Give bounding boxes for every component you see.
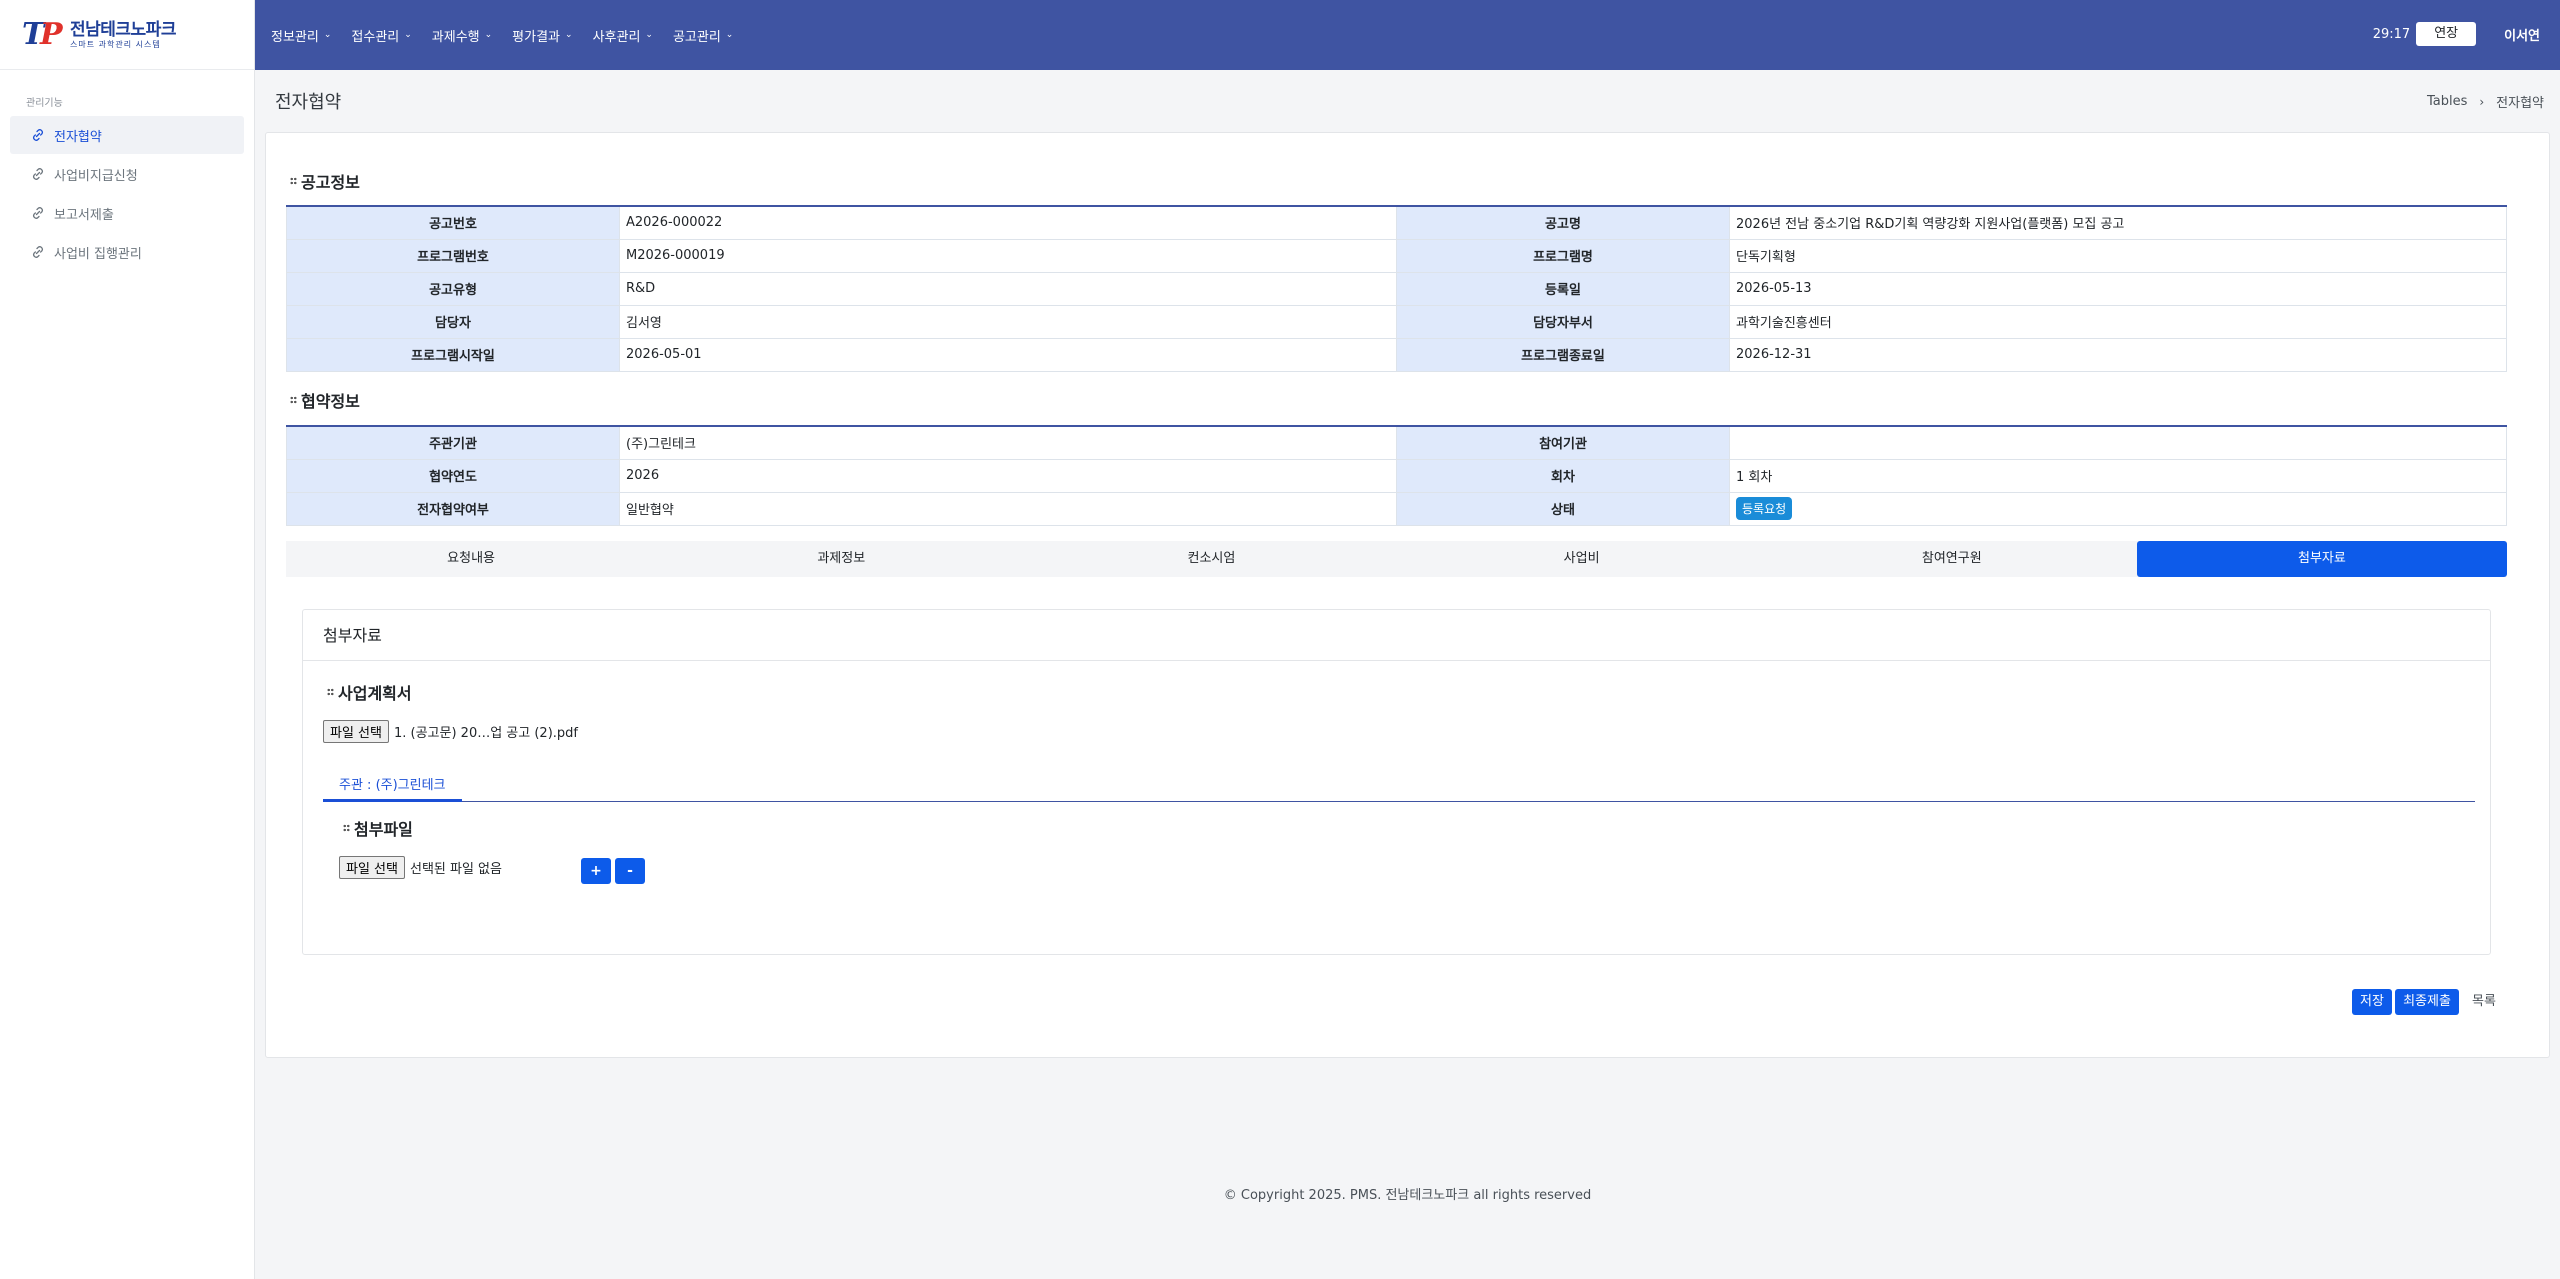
sidebar-item-label: 전자협약 [54, 129, 102, 145]
table-row: 주관기관 (주)그린테크 참여기관 [286, 425, 2507, 460]
topnav-info-management[interactable]: 정보관리 ⌄ [271, 26, 331, 45]
grip-icon [343, 824, 350, 832]
chevron-down-icon: ⌄ [404, 30, 412, 40]
remove-file-button[interactable]: - [615, 858, 645, 884]
extend-session-button[interactable]: 연장 [2416, 22, 2477, 46]
sidebar-item-label: 보고서제출 [54, 207, 114, 223]
agreement-info-heading: 협약정보 [290, 388, 360, 412]
session-timer: 29:17 [2372, 26, 2411, 42]
topnav-reception-management[interactable]: 접수관리 ⌄ [351, 26, 411, 45]
breadcrumb-current: 전자협약 [2496, 96, 2544, 111]
page-header: 전자협약 Tables › 전자협약 [255, 70, 2560, 132]
chevron-right-icon: › [2479, 94, 2485, 109]
tab-attachments[interactable]: 첨부자료 [2136, 541, 2508, 577]
table-row: 전자협약여부 일반협약 상태 등록요청 [286, 491, 2507, 526]
logo-title: 전남테크노파크 [70, 19, 176, 40]
business-plan-file-input: 파일 선택 1. (공고문) 20…업 공고 (2).pdf [323, 720, 578, 743]
notice-info-table: 공고번호 A2026-000022 공고명 2026년 전남 중소기업 R&D기획 … [286, 205, 2507, 372]
status-badge: 등록요청 [1736, 497, 1793, 520]
chevron-down-icon: ⌄ [484, 30, 493, 40]
topnav-evaluation-result[interactable]: 평가결과 ⌄ [512, 26, 572, 45]
attached-files-heading: 첨부파일 [343, 816, 413, 840]
attachments-title: 첨부자료 [303, 610, 2490, 661]
table-row: 공고유형 R&D 등록일 2026-05-13 [286, 271, 2507, 306]
sidebar-item-e-agreement[interactable]: 전자협약 [10, 116, 244, 154]
notice-info-heading: 공고정보 [290, 169, 360, 193]
tab-budget[interactable]: 사업비 [1397, 541, 1767, 577]
list-button[interactable]: 목록 [2464, 989, 2504, 1015]
add-file-button[interactable]: + [581, 858, 611, 884]
chevron-down-icon: ⌄ [725, 30, 734, 40]
breadcrumb: Tables › 전자협약 [2427, 92, 2544, 111]
link-icon [30, 205, 46, 221]
table-row: 협약연도 2026 회차 1 회차 [286, 458, 2507, 493]
tab-lead-org[interactable]: 주관 : (주)그린테크 [323, 772, 462, 802]
table-row: 담당자 김서영 담당자부서 과학기술진흥센터 [286, 304, 2507, 339]
final-submit-button[interactable]: 최종제출 [2395, 989, 2459, 1015]
tab-project-info[interactable]: 과제정보 [656, 541, 1026, 577]
table-row: 공고번호 A2026-000022 공고명 2026년 전남 중소기업 R&D기획 … [286, 205, 2507, 240]
selected-file-name: 선택된 파일 없음 [409, 862, 502, 877]
top-menu: 정보관리 ⌄ 접수관리 ⌄ 과제수행 ⌄ 평가결과 ⌄ 사후관리 ⌄ 공고관리 ⌄ [255, 26, 753, 45]
sidebar: TP 전남테크노파크 스마트 과학관리 시스템 관리기능 전자협약 사업비지급신… [0, 0, 255, 1279]
tab-consortium[interactable]: 컨소시엄 [1026, 541, 1396, 577]
choose-file-button[interactable]: 파일 선택 [323, 720, 389, 743]
save-button[interactable]: 저장 [2352, 989, 2392, 1015]
grip-icon [290, 396, 297, 404]
logo-subtitle: 스마트 과학관리 시스템 [70, 39, 161, 49]
breadcrumb-item[interactable]: Tables [2427, 94, 2467, 109]
top-navbar: 정보관리 ⌄ 접수관리 ⌄ 과제수행 ⌄ 평가결과 ⌄ 사후관리 ⌄ 공고관리 ⌄ 29:1… [255, 0, 2560, 70]
sidebar-item-report-submit[interactable]: 보고서제출 [10, 194, 244, 232]
tab-researchers[interactable]: 참여연구원 [1767, 541, 2137, 577]
tab-request-content[interactable]: 요청내용 [286, 541, 656, 577]
chevron-down-icon: ⌄ [645, 30, 653, 40]
grip-icon [327, 688, 334, 696]
topnav-follow-up[interactable]: 사후관리 ⌄ [593, 26, 653, 45]
main-card: 공고정보 공고번호 A2026-000022 공고명 2026년 전남 중소기업 R… [265, 132, 2550, 1058]
org-tab-bar: 주관 : (주)그린테크 [323, 772, 2475, 802]
username[interactable]: 이서연 [2504, 25, 2540, 44]
link-icon [30, 127, 46, 143]
chevron-down-icon: ⌄ [565, 30, 573, 40]
footer-copyright: © Copyright 2025. PMS. 전남테크노파크 all right… [1223, 1188, 1592, 1203]
choose-file-button[interactable]: 파일 선택 [339, 856, 405, 879]
detail-tabs: 요청내용 과제정보 컨소시엄 사업비 참여연구원 첨부자료 [286, 541, 2508, 577]
sidebar-item-expense-management[interactable]: 사업비 집행관리 [10, 233, 244, 271]
agreement-info-table: 주관기관 (주)그린테크 참여기관 협약연도 2026 회차 1 회차 전자협약여부 일… [286, 425, 2507, 526]
table-row: 프로그램번호 M2026-000019 프로그램명 단독기획형 [286, 238, 2507, 273]
link-icon [30, 244, 46, 260]
sidebar-item-payment-request[interactable]: 사업비지급신청 [10, 155, 244, 193]
attached-file-input: 파일 선택 선택된 파일 없음 [339, 856, 502, 879]
link-icon [30, 166, 46, 182]
sidebar-item-label: 사업비 집행관리 [54, 246, 142, 262]
logo-mark-icon: TP [22, 16, 63, 52]
business-plan-heading: 사업계획서 [327, 680, 412, 704]
topnav-notice-management[interactable]: 공고관리 ⌄ [673, 26, 733, 45]
grip-icon [290, 177, 297, 185]
logo[interactable]: TP 전남테크노파크 스마트 과학관리 시스템 [0, 0, 254, 70]
chevron-down-icon: ⌄ [323, 30, 332, 40]
selected-file-name: 1. (공고문) 20…업 공고 (2).pdf [393, 726, 578, 741]
attachments-panel: 첨부자료 사업계획서 파일 선택 1. (공고문) 20…업 공고 (2).pd… [302, 609, 2491, 955]
sidebar-item-label: 사업비지급신청 [54, 168, 138, 184]
table-row: 프로그램시작일 2026-05-01 프로그램종료일 2026-12-31 [286, 337, 2507, 372]
sidebar-title: 관리기능 [26, 98, 63, 109]
page-title: 전자협약 [275, 92, 342, 113]
topnav-project-execution[interactable]: 과제수행 ⌄ [432, 26, 492, 45]
